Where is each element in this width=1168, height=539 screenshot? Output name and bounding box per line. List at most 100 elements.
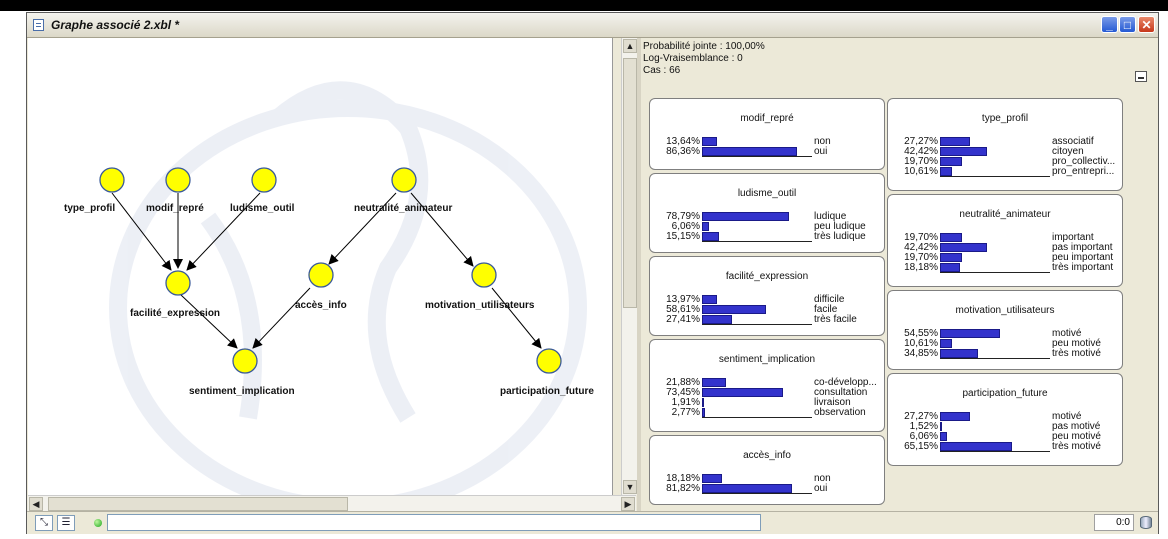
monitor-box[interactable]: motivation_utilisateurs 54,55% motivé 10,61… — [887, 290, 1123, 370]
monitor-box[interactable]: neutralité_animateur 19,70% important 42,42… — [887, 194, 1123, 287]
graph-vertical-scrollbar[interactable]: ▲ ▼ — [621, 38, 637, 495]
probability-bar — [702, 378, 726, 387]
monitor-box[interactable]: type_profil 27,27% associatif 42,42% citoyen… — [887, 98, 1123, 191]
graph-canvas[interactable]: type_profil modif_repré ludisme_outil ne… — [28, 38, 613, 495]
node-participation-future[interactable] — [536, 348, 562, 374]
node-ludisme-outil[interactable] — [251, 167, 277, 193]
horizontal-scroll-thumb[interactable] — [48, 497, 348, 511]
probability-bar — [702, 398, 704, 407]
probability-bar — [702, 408, 705, 417]
label-facilite-expression: facilité_expression — [130, 308, 220, 319]
node-neutralite-animateur[interactable] — [391, 167, 417, 193]
label-acces-info: accès_info — [295, 300, 347, 311]
state-label[interactable]: très facile — [814, 314, 882, 325]
window-title: Graphe associé 2.xbl * — [51, 18, 180, 32]
state-label[interactable]: pro_entrepri... — [1052, 166, 1120, 177]
maximize-button[interactable]: □ — [1119, 16, 1136, 33]
probability-bar — [940, 432, 947, 441]
monitor-box[interactable]: sentiment_implication 21,88% co-développ..… — [649, 339, 885, 432]
node-facilite-expression[interactable] — [165, 270, 191, 296]
monitor-box[interactable]: modif_repré 13,64% non 86,36% oui — [649, 98, 885, 170]
probability-bar — [940, 243, 987, 252]
vertical-scroll-thumb[interactable] — [623, 58, 637, 308]
edge-facilite-sentiment — [180, 294, 238, 349]
state-label[interactable]: observation — [814, 407, 882, 418]
document-icon — [33, 19, 44, 31]
state-percentage: 15,15% — [666, 231, 700, 242]
scroll-up-arrow-icon[interactable]: ▲ — [623, 39, 637, 53]
edge-motivation-participation — [491, 287, 542, 349]
scroll-left-arrow-icon[interactable]: ◀ — [29, 497, 43, 511]
probability-bar — [940, 422, 942, 431]
scroll-right-arrow-icon[interactable]: ▶ — [621, 497, 635, 511]
monitor-baseline — [940, 176, 1050, 177]
state-label[interactable]: très motivé — [1052, 348, 1120, 359]
log-likelihood: Log-Vraisemblance : 0 — [643, 53, 743, 64]
probability-bar — [940, 349, 978, 358]
probability-bar — [940, 442, 1012, 451]
probability-bar — [702, 232, 719, 241]
probability-bar — [702, 147, 797, 156]
title-bar[interactable]: Graphe associé 2.xbl * _ □ ✕ — [27, 13, 1158, 38]
monitor-baseline — [702, 156, 812, 157]
label-type-profil: type_profil — [64, 203, 115, 214]
network-stats: Probabilité jointe : 100,00% Log-Vraisem… — [643, 41, 765, 77]
monitor-box[interactable]: accès_info 18,18% non 81,82% oui — [649, 435, 885, 505]
state-percentage: 18,18% — [904, 262, 938, 273]
probability-bar — [702, 305, 766, 314]
monitor-title: participation_future — [962, 388, 1048, 399]
probability-bar — [940, 157, 962, 166]
monitor-box[interactable]: ludisme_outil 78,79% ludique 6,06% peu ludiq… — [649, 173, 885, 253]
probability-bar — [940, 137, 970, 146]
monitor-baseline — [702, 493, 812, 494]
graph-window: Graphe associé 2.xbl * _ □ ✕ type_profil… — [26, 12, 1159, 534]
label-participation-future: participation_future — [500, 386, 594, 397]
state-label[interactable]: très motivé — [1052, 441, 1120, 452]
graph-horizontal-scrollbar[interactable]: ◀ ▶ — [28, 495, 636, 511]
top-black-bar — [0, 0, 1168, 11]
watermark-logo — [109, 81, 587, 495]
node-sentiment-implication[interactable] — [232, 348, 258, 374]
monitor-box[interactable]: facilité_expression 13,97% difficile 58,61%… — [649, 256, 885, 336]
state-label[interactable]: très important — [1052, 262, 1120, 273]
minimize-button[interactable]: _ — [1101, 16, 1118, 33]
state-percentage: 27,41% — [666, 314, 700, 325]
monitor-title: sentiment_implication — [718, 354, 816, 365]
state-percentage: 10,61% — [904, 166, 938, 177]
close-button[interactable]: ✕ — [1138, 16, 1155, 33]
status-input[interactable] — [107, 514, 761, 531]
probability-bar — [940, 263, 960, 272]
database-icon[interactable] — [1140, 516, 1152, 529]
state-label[interactable]: oui — [814, 146, 882, 157]
probability-bar — [940, 412, 970, 421]
probability-bar — [702, 474, 722, 483]
monitor-tool-icon[interactable]: ☰ — [57, 515, 75, 531]
state-percentage: 65,15% — [904, 441, 938, 452]
node-acces-info[interactable] — [308, 262, 334, 288]
scroll-down-arrow-icon[interactable]: ▼ — [623, 480, 637, 494]
node-type-profil[interactable] — [99, 167, 125, 193]
node-modif-repre[interactable] — [165, 167, 191, 193]
arc-tool-icon[interactable]: ⤡ — [35, 515, 53, 531]
state-percentage: 2,77% — [671, 407, 700, 418]
probability-bar — [940, 339, 952, 348]
monitor-baseline — [940, 272, 1050, 273]
probability-bar — [940, 233, 962, 242]
collapse-panel-icon[interactable] — [1135, 71, 1147, 82]
state-label[interactable]: très ludique — [814, 231, 882, 242]
probability-bar — [702, 212, 789, 221]
label-neutralite-animateur: neutralité_animateur — [354, 203, 452, 214]
monitor-baseline — [702, 324, 812, 325]
monitor-box[interactable]: participation_future 27,27% motivé 1,52% pas… — [887, 373, 1123, 466]
node-motivation-utilisateurs[interactable] — [471, 262, 497, 288]
probability-bar — [702, 222, 709, 231]
monitor-title: modif_repré — [740, 113, 794, 124]
monitor-panel: Probabilité jointe : 100,00% Log-Vraisem… — [641, 38, 1157, 511]
case-count: Cas : 66 — [643, 65, 681, 76]
state-label[interactable]: oui — [814, 483, 882, 494]
monitor-baseline — [702, 417, 812, 418]
graph-nodes — [99, 167, 562, 374]
label-sentiment-implication: sentiment_implication — [189, 386, 295, 397]
network-graph[interactable]: type_profil modif_repré ludisme_outil ne… — [28, 38, 612, 495]
monitor-title: neutralité_animateur — [959, 209, 1051, 220]
